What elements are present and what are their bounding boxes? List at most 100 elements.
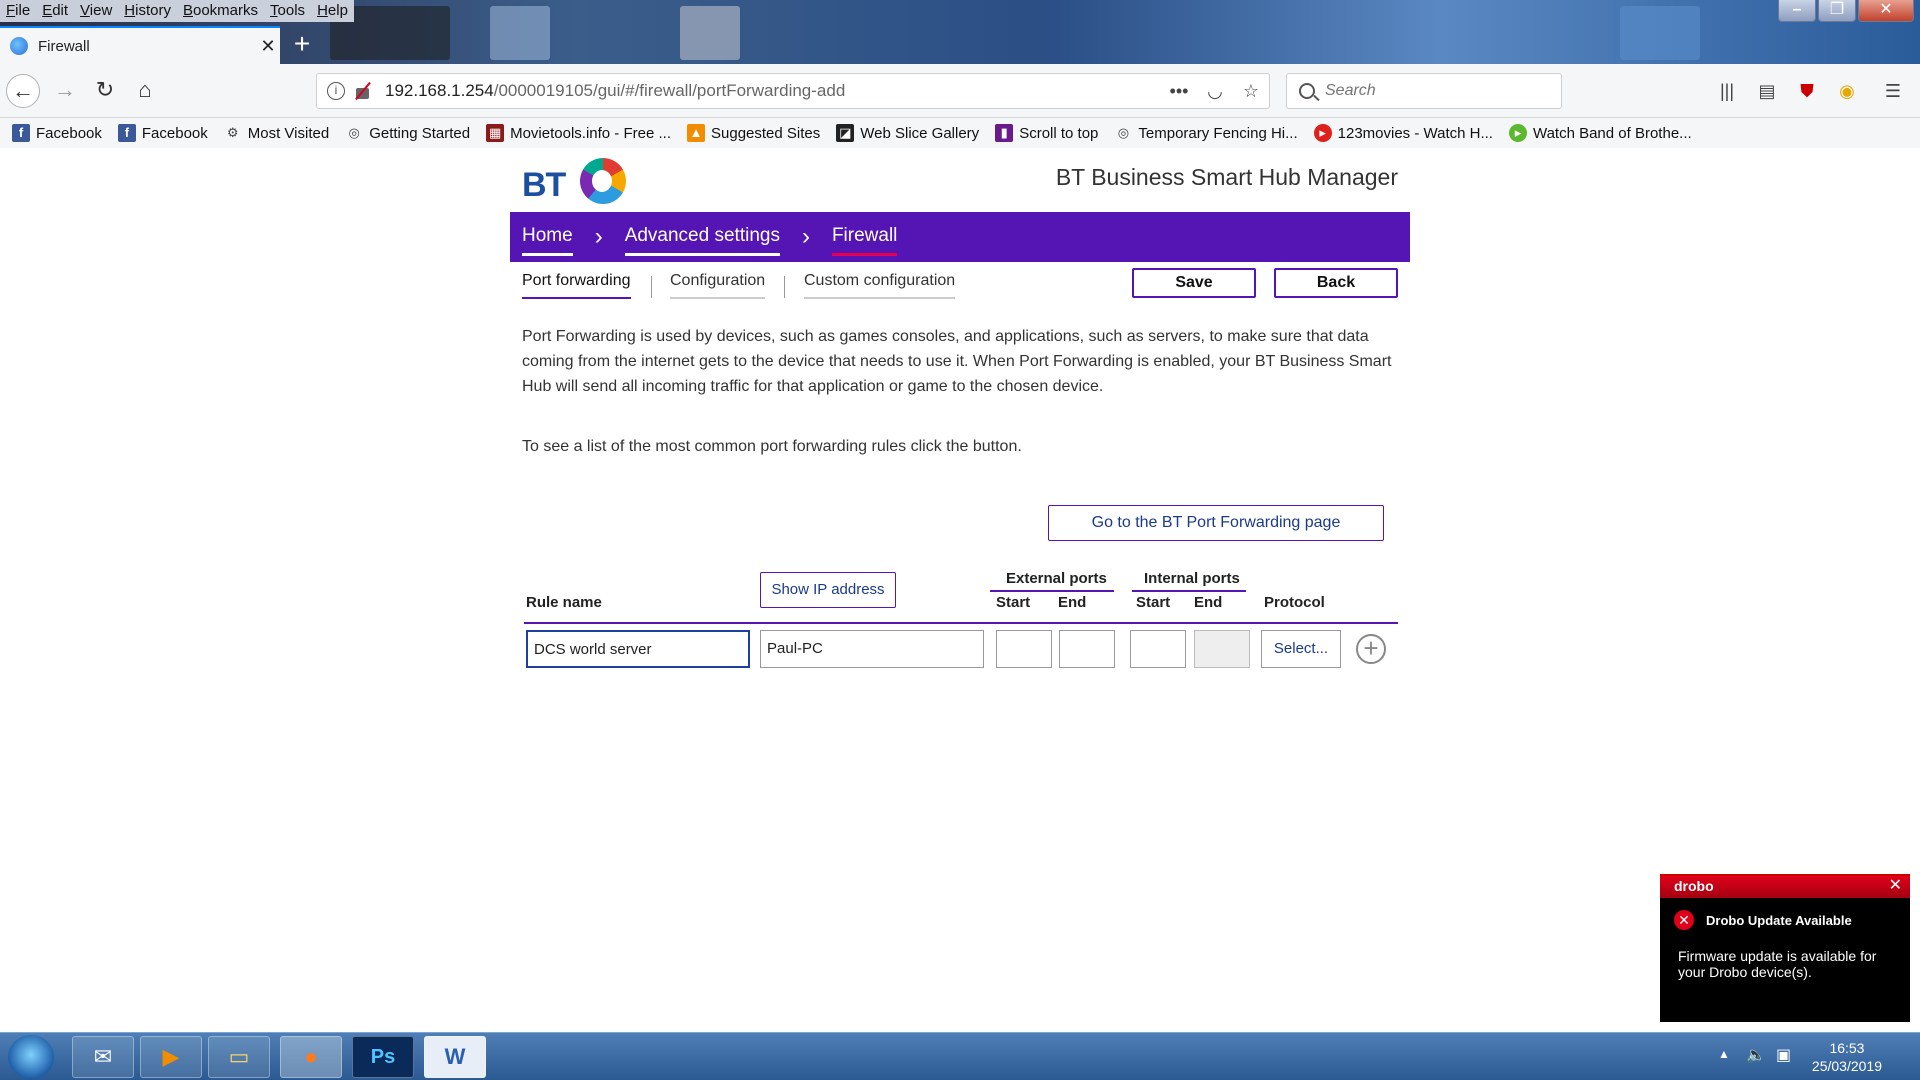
search-bar[interactable] <box>1286 73 1562 109</box>
menu-file[interactable]: File <box>0 0 36 22</box>
network-icon[interactable]: ▣ <box>1776 1045 1791 1065</box>
menu-bookmarks[interactable]: Bookmarks <box>177 0 264 22</box>
word-taskbar-icon[interactable]: W <box>424 1036 486 1078</box>
bookmark-label: Scroll to top <box>1019 124 1099 142</box>
taskbar: ✉ ▶ ▭ ● Ps W ▲ 🔈 ▣ 16:53 25/03/2019 <box>0 1032 1920 1080</box>
menu-help[interactable]: Help <box>311 0 354 22</box>
bookmark-item[interactable]: f Facebook <box>12 124 102 142</box>
menu-history[interactable]: History <box>118 0 177 22</box>
gear-icon: ⚙ <box>226 125 239 140</box>
close-icon[interactable]: ✕ <box>1889 876 1902 896</box>
clock-time: 16:53 <box>1829 1040 1865 1056</box>
thunderbird-taskbar-icon[interactable]: ✉ <box>72 1036 134 1078</box>
hamburger-menu-icon[interactable]: ☰ <box>1880 78 1906 104</box>
bookmark-label: Watch Band of Brothe... <box>1532 124 1692 142</box>
file-explorer-taskbar-icon[interactable]: ▭ <box>208 1036 270 1078</box>
back-button[interactable]: ← <box>6 74 40 108</box>
forward-button[interactable]: → <box>48 74 82 108</box>
clock-date: 25/03/2019 <box>1811 1058 1882 1074</box>
ublock-icon[interactable]: ⛊ <box>1794 78 1820 104</box>
system-tray: ▲ 🔈 ▣ 16:53 25/03/2019 <box>1680 1033 1920 1080</box>
bookmark-item[interactable]: ◎ Temporary Fencing Hi... <box>1114 124 1298 142</box>
facebook-icon: f <box>117 124 136 142</box>
bookmark-label: Facebook <box>141 124 208 142</box>
media-player-taskbar-icon[interactable]: ▶ <box>140 1036 202 1078</box>
internal-start-header: Start <box>1136 594 1171 611</box>
pocket-icon[interactable]: ◡ <box>1197 81 1233 102</box>
external-ports-header: External ports <box>1006 570 1107 587</box>
new-tab-button[interactable]: + <box>286 30 318 62</box>
reload-button[interactable]: ↻ <box>88 74 122 108</box>
tab-title: Firewall <box>38 37 90 55</box>
bookmark-item[interactable]: ⚙ Most Visited <box>224 124 329 142</box>
volume-icon[interactable]: 🔈 <box>1746 1045 1766 1065</box>
device-input[interactable]: Paul-PC <box>760 630 984 668</box>
bookmark-item[interactable]: ◪ Web Slice Gallery <box>836 124 979 142</box>
bookmark-item[interactable]: ◎ Getting Started <box>345 124 471 142</box>
minimize-button[interactable]: – <box>1778 0 1816 22</box>
search-input[interactable] <box>1325 82 1525 100</box>
bookmark-item[interactable]: f Facebook <box>117 124 208 142</box>
suggested-sites-icon: ▲ <box>687 124 705 142</box>
page-actions-icon[interactable]: ••• <box>1161 81 1197 102</box>
bookmark-label: Suggested Sites <box>711 124 821 142</box>
protocol-header: Protocol <box>1264 594 1325 611</box>
desktop-wallpaper-decor <box>680 6 740 60</box>
table-header-line <box>524 622 1398 624</box>
sidebar-icon[interactable]: ▤ <box>1754 78 1780 104</box>
home-button[interactable]: ⌂ <box>128 74 162 108</box>
bookmark-item[interactable]: ▸ Watch Band of Brothe... <box>1508 124 1692 142</box>
bookmark-item[interactable]: ▲ Suggested Sites <box>687 124 820 142</box>
extension-search-icon[interactable]: ◉ <box>1834 78 1860 104</box>
play-icon: ▸ <box>1508 124 1527 142</box>
bookmark-label: 123movies - Watch H... <box>1337 124 1493 142</box>
bookmark-item[interactable]: ▦ Movietools.info - Free ... <box>486 124 671 142</box>
close-window-button[interactable]: ✕ <box>1858 0 1914 22</box>
url-text[interactable]: 192.168.1.254/0000019105/gui/#/firewall/… <box>385 81 1161 101</box>
site-info-icon[interactable]: i <box>327 82 345 100</box>
insecure-lock-icon <box>353 82 373 100</box>
add-rule-icon[interactable]: + <box>1356 634 1386 664</box>
internal-start-input[interactable] <box>1130 630 1186 668</box>
start-button[interactable] <box>8 1035 54 1079</box>
bookmark-label: Getting Started <box>369 124 471 142</box>
url-host: 192.168.1.254 <box>385 81 494 100</box>
close-tab-icon[interactable]: ✕ <box>256 36 280 57</box>
maximize-button[interactable]: ❐ <box>1818 0 1856 22</box>
menu-view[interactable]: View <box>74 0 118 22</box>
rule-name-header: Rule name <box>526 594 602 611</box>
rule-name-input[interactable]: DCS world server <box>526 630 750 668</box>
bookmark-star-icon[interactable]: ☆ <box>1233 81 1269 102</box>
bookmark-label: Facebook <box>36 124 102 142</box>
internal-ports-header: Internal ports <box>1144 570 1240 587</box>
browser-titlebar: File Edit View History Bookmarks Tools H… <box>0 0 1920 64</box>
show-ip-address-button[interactable]: Show IP address <box>760 572 896 608</box>
tab-firewall[interactable]: Firewall ✕ <box>0 26 280 64</box>
bookmark-item[interactable]: ▸ 123movies - Watch H... <box>1313 124 1493 142</box>
library-icon[interactable]: ||| <box>1714 78 1740 104</box>
firefox-taskbar-icon[interactable]: ● <box>280 1036 342 1078</box>
page-content: BT BT Business Smart Hub Manager Home › … <box>0 148 1920 1032</box>
external-start-input[interactable] <box>996 630 1052 668</box>
protocol-select[interactable]: Select... <box>1261 630 1341 668</box>
external-end-header: End <box>1058 594 1087 611</box>
navigation-toolbar: ← → ↻ ⌂ i 192.168.1.254/0000019105/gui/#… <box>0 64 1920 118</box>
url-bar[interactable]: i 192.168.1.254/0000019105/gui/#/firewal… <box>316 73 1270 109</box>
tray-expand-icon[interactable]: ▲ <box>1718 1047 1730 1061</box>
firefox-favicon-icon <box>10 37 28 55</box>
photoshop-taskbar-icon[interactable]: Ps <box>352 1036 414 1078</box>
internal-end-input <box>1194 630 1250 668</box>
bookmark-label: Movietools.info - Free ... <box>510 124 671 142</box>
error-icon: ✕ <box>1674 910 1694 930</box>
menu-edit[interactable]: Edit <box>36 0 74 22</box>
menu-tools[interactable]: Tools <box>264 0 311 22</box>
globe-icon: ◎ <box>1117 125 1130 140</box>
menu-bar: File Edit View History Bookmarks Tools H… <box>0 0 354 22</box>
external-ports-underline <box>990 590 1114 592</box>
clock[interactable]: 16:53 25/03/2019 <box>1812 1039 1882 1075</box>
external-end-input[interactable] <box>1059 630 1115 668</box>
bookmark-item[interactable]: ▮ Scroll to top <box>995 124 1098 142</box>
url-path: /0000019105/gui/#/firewall/portForwardin… <box>493 81 846 100</box>
drobo-title-text: Drobo Update Available <box>1706 912 1852 928</box>
bookmark-label: Most Visited <box>247 124 330 142</box>
